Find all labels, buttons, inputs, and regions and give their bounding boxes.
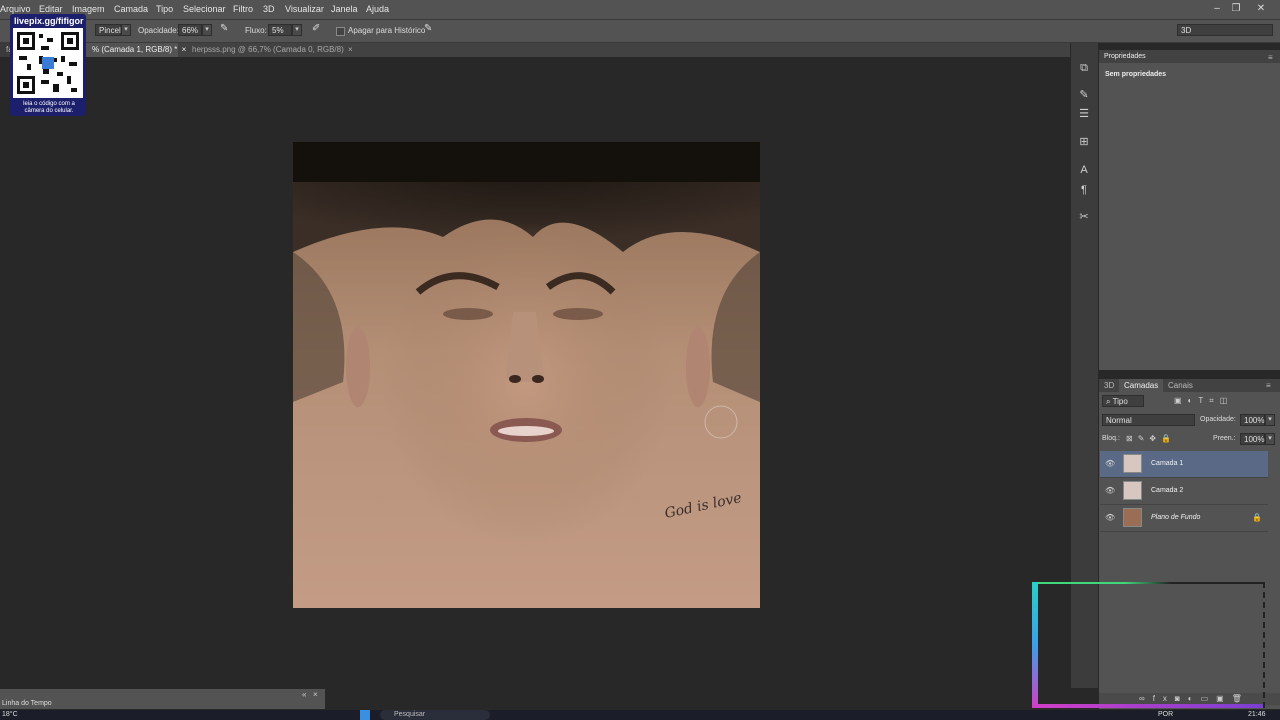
panel-menu-icon[interactable]: ≡ [1268, 53, 1273, 62]
fill-dropdown[interactable]: ▾ [1265, 433, 1275, 445]
paragraph-icon[interactable]: ¶ [1077, 183, 1091, 197]
tab-doc-2-label: % (Camada 1, RGB/8) * [92, 45, 178, 54]
properties-panel: Propriedades Sem propriedades ≡ [1099, 50, 1280, 370]
stream-frame-overlay [1032, 582, 1265, 708]
qr-overlay: livepix.gg/fifigor leia o código com a c… [10, 14, 86, 116]
blend-mode-select[interactable]: Normal [1102, 414, 1195, 426]
frame-left-border [1032, 582, 1038, 708]
document-image[interactable]: God is love [293, 142, 760, 608]
layer-row[interactable]: 👁 Camada 2 [1100, 478, 1268, 505]
language-indicator[interactable]: POR [1158, 711, 1173, 718]
brush-preset-picker[interactable]: Pincel [95, 24, 121, 36]
menu-tipo[interactable]: Tipo [156, 4, 173, 14]
layer-filter-icons[interactable]: ▣◐T⌗◫ [1174, 396, 1233, 406]
tab-doc-3-label: herpsss.png @ 66,7% (Camada 0, RGB/8) [192, 45, 344, 54]
visibility-eye-icon[interactable]: 👁 [1105, 513, 1115, 523]
lock-icon: 🔒 [1252, 513, 1262, 522]
menu-3d[interactable]: 3D [263, 4, 275, 14]
menu-ajuda[interactable]: Ajuda [366, 4, 389, 14]
restore-button[interactable]: ❐ [1227, 2, 1245, 16]
tab-doc-3[interactable]: herpsss.png @ 66,7% (Camada 0, RGB/8) × [186, 43, 356, 57]
opacity-dropdown[interactable]: ▾ [202, 24, 212, 36]
taskbar-search[interactable]: Pesquisar [380, 710, 490, 720]
qr-caption: leia o código com a câmera do celular. [14, 101, 84, 115]
flow-label: Fluxo: [245, 26, 267, 35]
frame-bottom-border [1032, 704, 1264, 708]
history-icon[interactable]: ⧉ [1077, 61, 1091, 75]
taskbar: 18°C Pesquisar POR 21:46 [0, 710, 1280, 720]
layer-opacity-input[interactable]: 100% [1240, 414, 1265, 426]
tab-canais[interactable]: Canais [1163, 379, 1198, 393]
layer-row[interactable]: 👁 Plano de Fundo 🔒 [1100, 505, 1268, 532]
tab-doc-2[interactable]: % (Camada 1, RGB/8) * × [86, 43, 186, 57]
panel-menu-icon[interactable]: ≡ [1266, 381, 1271, 390]
tab-3d[interactable]: 3D [1099, 379, 1119, 393]
timeline-label: Linha do Tempo [2, 700, 52, 707]
adjustments-icon[interactable]: ☰ [1077, 107, 1091, 121]
menu-visualizar[interactable]: Visualizar [285, 4, 324, 14]
layer-opacity-dropdown[interactable]: ▾ [1265, 414, 1275, 426]
properties-empty-text: Sem propriedades [1105, 71, 1167, 78]
airbrush-icon[interactable]: ✐ [312, 23, 320, 34]
workspace-switcher[interactable]: 3D [1177, 24, 1273, 36]
clone-source-icon[interactable]: ⊞ [1077, 135, 1091, 149]
qr-caption-line1: leia o código com a [23, 101, 75, 107]
character-icon[interactable]: A [1077, 163, 1091, 177]
layer-name: Camada 1 [1151, 460, 1184, 467]
layer-filter-label: Tipo [1112, 397, 1128, 406]
layer-filter-select[interactable]: ⌕ Tipo [1102, 395, 1144, 407]
options-bar: Pincel ▾ Opacidade: 66% ▾ ✎ Fluxo: 5% ▾ … [0, 20, 1280, 43]
visibility-eye-icon[interactable]: 👁 [1105, 459, 1115, 469]
layer-name: Plano de Fundo [1151, 514, 1201, 521]
properties-title: Propriedades [1104, 53, 1146, 60]
menu-editar[interactable]: Editar [39, 4, 63, 14]
frame-top-border [1032, 582, 1264, 584]
menu-arquivo[interactable]: Arquivo [0, 4, 31, 14]
frame-right-border [1261, 582, 1265, 708]
menu-filtro[interactable]: Filtro [233, 4, 253, 14]
document-tabs: fac % (Camada 1, RGB/8) * × herpsss.png … [0, 43, 1070, 57]
face-texture-image: God is love [293, 142, 760, 608]
weather-text: 18°C [2, 711, 18, 718]
layer-opacity-label: Opacidade: [1200, 416, 1236, 423]
brush-preset-dropdown[interactable]: ▾ [121, 24, 131, 36]
qr-code-icon [13, 28, 83, 98]
minimize-button[interactable]: – [1208, 2, 1226, 16]
menu-bar: Arquivo Editar Imagem Camada Tipo Seleci… [0, 0, 1280, 20]
start-icon[interactable] [360, 710, 370, 720]
layer-thumbnail [1123, 508, 1142, 527]
close-icon[interactable]: × [348, 45, 353, 54]
tab-camadas[interactable]: Camadas [1119, 379, 1164, 393]
layer-row[interactable]: 👁 Camada 1 [1100, 451, 1268, 478]
opacity-label: Opacidade: [138, 26, 179, 35]
fill-input[interactable]: 100% [1240, 433, 1265, 445]
menu-selecionar[interactable]: Selecionar [183, 4, 226, 14]
airbrush-pressure-icon[interactable]: ✎ [220, 23, 228, 34]
layer-thumbnail [1123, 481, 1142, 500]
timeline-panel: Linha do Tempo « × [0, 689, 325, 709]
qr-caption-line2: câmera do celular. [24, 108, 74, 114]
tool-presets-icon[interactable]: ✂ [1077, 210, 1091, 224]
fill-label: Preen.: [1213, 435, 1236, 442]
menu-camada[interactable]: Camada [114, 4, 148, 14]
visibility-eye-icon[interactable]: 👁 [1105, 486, 1115, 496]
close-icon[interactable]: × [313, 690, 318, 699]
layer-name: Camada 2 [1151, 487, 1184, 494]
erase-to-history-label: Apagar para Histórico [348, 26, 426, 35]
lock-label: Bloq.: [1102, 435, 1120, 442]
flow-input[interactable]: 5% [268, 24, 292, 36]
brush-presets-icon[interactable]: ✎ [1077, 88, 1091, 102]
opacity-input[interactable]: 66% [178, 24, 202, 36]
collapse-icon[interactable]: « [302, 690, 306, 699]
layer-thumbnail [1123, 454, 1142, 473]
menu-imagem[interactable]: Imagem [72, 4, 105, 14]
lock-icons[interactable]: ⊠✎✥🔒 [1126, 434, 1176, 443]
pressure-size-icon[interactable]: ✎ [424, 23, 432, 34]
close-window-button[interactable]: ✕ [1252, 2, 1270, 16]
erase-to-history-checkbox[interactable] [336, 27, 345, 36]
qr-url: livepix.gg/fifigor [14, 16, 84, 26]
menu-janela[interactable]: Janela [331, 4, 358, 14]
clock[interactable]: 21:46 [1248, 711, 1266, 718]
flow-dropdown[interactable]: ▾ [292, 24, 302, 36]
